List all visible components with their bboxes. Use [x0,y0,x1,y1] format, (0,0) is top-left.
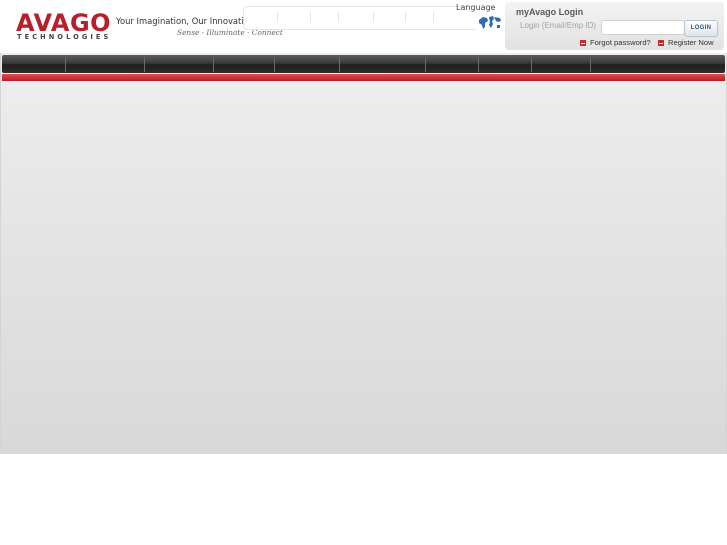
nav-separator [213,57,214,72]
avago-logo[interactable]: AVAGO TECHNOLOGIES [16,9,111,43]
arrow-icon [580,40,586,46]
forgot-password-link[interactable]: Forgot password? [580,38,651,47]
logo-subtitle: TECHNOLOGIES [17,33,112,41]
top-link-separator [433,12,434,22]
globe-icon[interactable] [478,14,502,32]
nav-separator [425,57,426,72]
top-link-separator [310,12,311,22]
accent-stripe [2,74,725,81]
nav-separator [65,57,66,72]
arrow-icon [658,40,664,46]
nav-separator [590,57,591,72]
nav-separator [531,57,532,72]
tagline: Your Imagination, Our Innovation [116,16,255,26]
header: AVAGO TECHNOLOGIES Your Imagination, Our… [0,0,727,53]
login-input[interactable] [601,20,685,35]
forgot-password-label: Forgot password? [590,38,651,47]
nav-separator [274,57,275,72]
top-link-separator [405,12,406,22]
register-now-link[interactable]: Register Now [658,38,714,47]
main-nav-bar [2,55,725,73]
login-field-label: Login (Email/Emp ID) [520,21,597,30]
nav-separator [478,57,479,72]
nav-separator [144,57,145,72]
login-title: myAvago Login [516,7,584,17]
top-link-separator [373,12,374,22]
register-now-label: Register Now [668,38,714,47]
login-button[interactable]: LOGIN [684,20,718,37]
top-links-bar [243,6,476,30]
nav-separator [339,57,340,72]
top-link-separator [338,12,339,22]
login-panel: myAvago Login Login (Email/Emp ID) LOGIN… [505,2,724,50]
top-link-separator [277,12,278,22]
language-label[interactable]: Language [456,3,495,12]
